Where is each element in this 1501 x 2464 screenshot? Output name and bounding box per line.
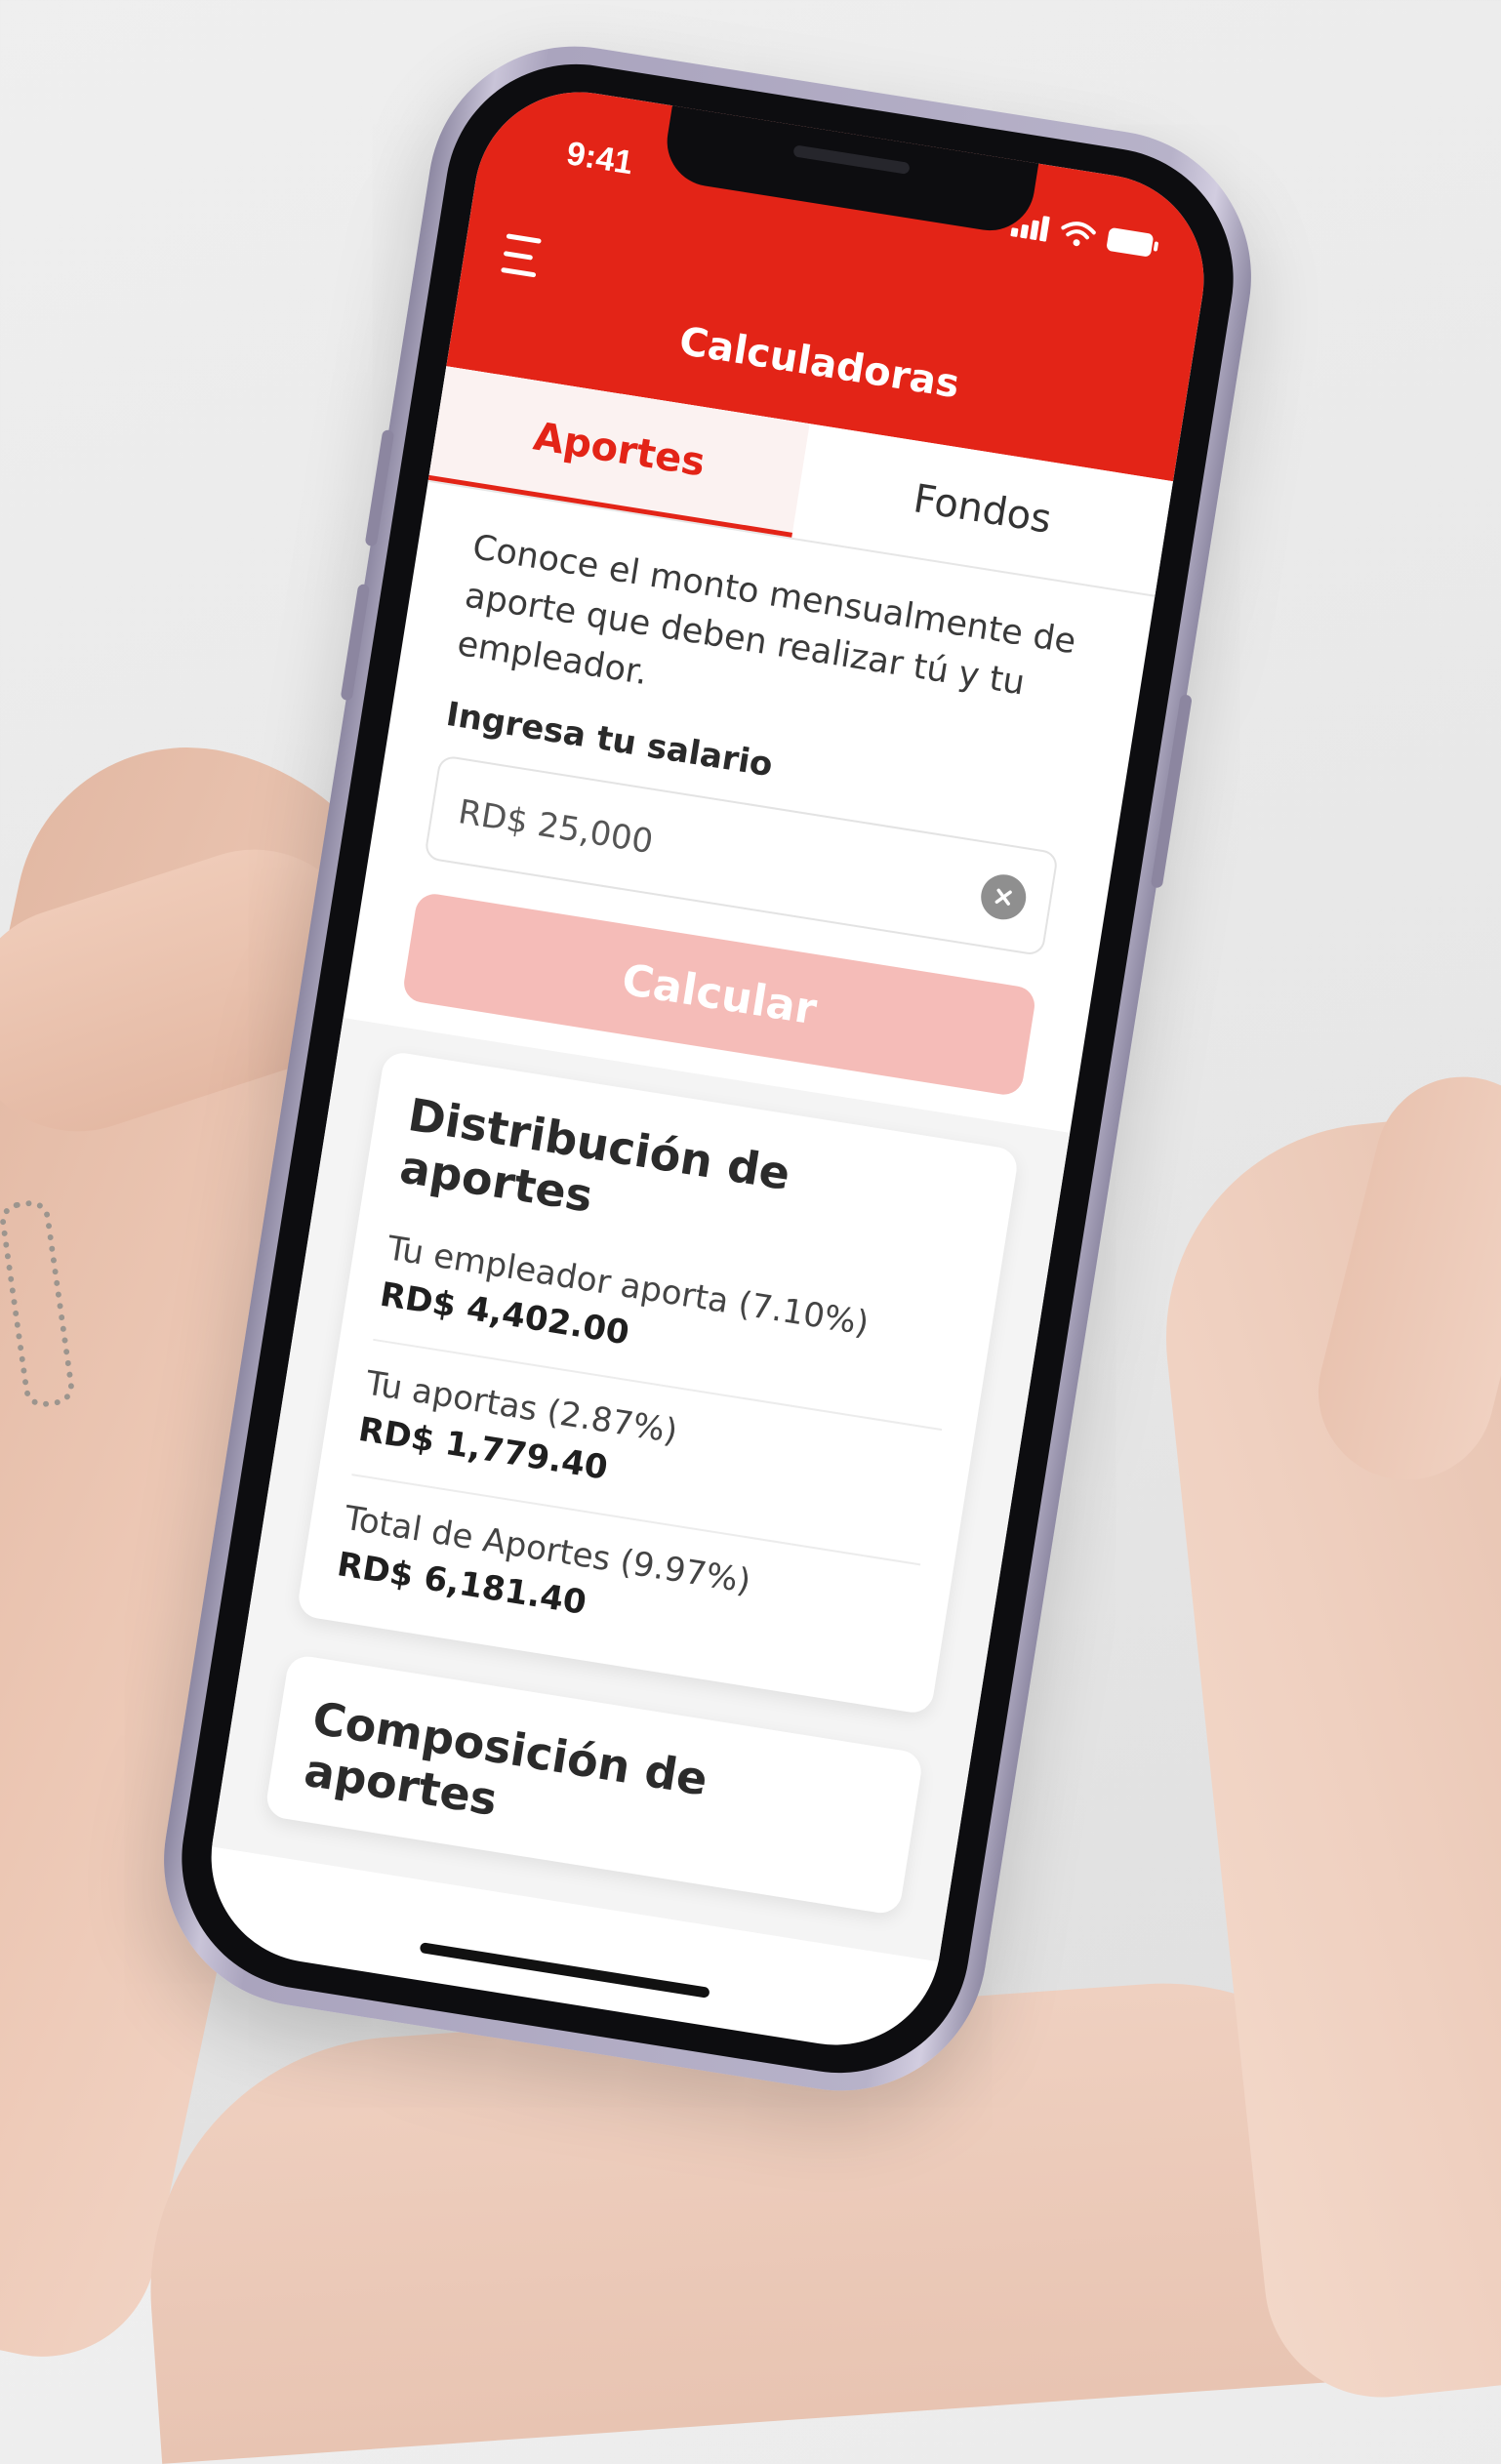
clear-icon[interactable] — [977, 870, 1030, 923]
calculator-content: Conoce el monto mensualmente de aporte q… — [196, 482, 1155, 2060]
results-area: Distribución de aportes Tu empleador apo… — [212, 1017, 1071, 1962]
phone: 9:41 Calculadoras Aportes Fondos Conoce … — [142, 25, 1273, 2112]
hamburger-menu-icon[interactable] — [494, 224, 560, 288]
battery-icon — [1107, 227, 1158, 257]
distribution-card: Distribución de aportes Tu empleador apo… — [296, 1050, 1020, 1716]
speaker — [792, 144, 911, 175]
app-screen: 9:41 Calculadoras Aportes Fondos Conoce … — [196, 76, 1219, 2061]
composition-title: Composición de aportes — [301, 1691, 711, 1827]
wifi-icon — [1061, 222, 1096, 247]
status-icons — [1010, 211, 1160, 259]
status-time: 9:41 — [564, 135, 636, 182]
